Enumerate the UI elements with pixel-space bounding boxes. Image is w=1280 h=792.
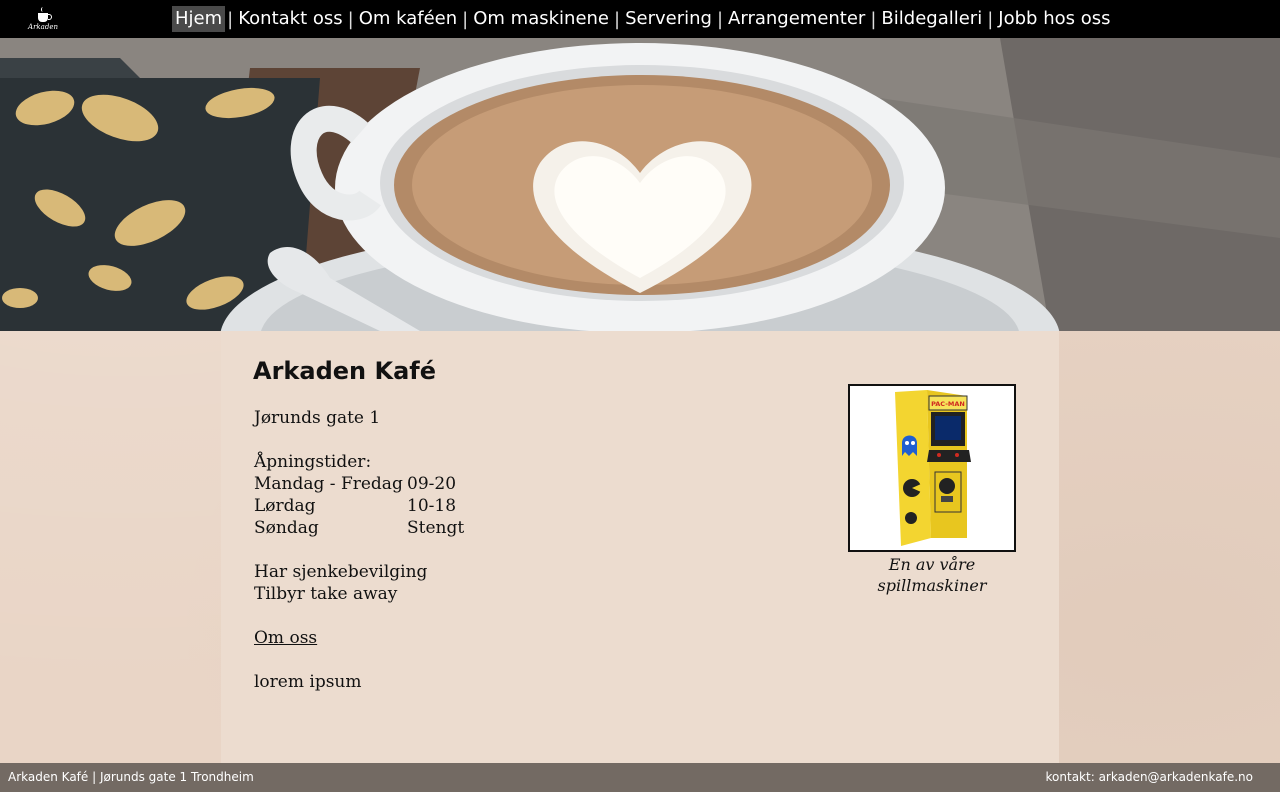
nav-separator: | bbox=[227, 8, 234, 30]
logo-text: Arkaden bbox=[28, 23, 58, 31]
hours-day: Søndag bbox=[254, 518, 319, 538]
arcade-cabinet-illustration: PAC-MAN bbox=[895, 390, 971, 546]
nav-separator: | bbox=[716, 8, 724, 30]
nav-separator: | bbox=[347, 8, 354, 30]
hero-cappuccino-image bbox=[0, 38, 1280, 331]
main-nav: Hjem | Kontakt oss | Om kaféen | Om mask… bbox=[172, 0, 1113, 38]
hours-time: 09-20 bbox=[407, 474, 457, 494]
address: Jørunds gate 1 bbox=[254, 408, 381, 428]
footer-contact[interactable]: kontakt: arkaden@arkadenkafe.no bbox=[1046, 770, 1253, 784]
hours-row: Lørdag 10-18 bbox=[254, 495, 464, 517]
nav-item-arrangementer[interactable]: Arrangementer bbox=[725, 6, 868, 32]
cafe-info: Jørunds gate 1 Åpningstider: Mandag - Fr… bbox=[254, 407, 464, 693]
cappuccino-illustration bbox=[0, 38, 1280, 331]
main-content: Arkaden Kafé Jørunds gate 1 Åpningstider… bbox=[221, 331, 1059, 763]
nav-item-servering[interactable]: Servering bbox=[622, 6, 715, 32]
nav-separator: | bbox=[614, 8, 621, 30]
nav-item-om-kafeen[interactable]: Om kaféen bbox=[356, 6, 460, 32]
nav-separator: | bbox=[462, 8, 469, 30]
cafe-logo[interactable]: Arkaden bbox=[28, 4, 58, 34]
hours-time: 10-18 bbox=[407, 496, 457, 516]
arcade-machine-image: PAC-MAN bbox=[848, 384, 1016, 552]
nav-separator: | bbox=[870, 8, 877, 30]
nav-item-bildegalleri[interactable]: Bildegalleri bbox=[878, 6, 985, 32]
filler-text: lorem ipsum bbox=[254, 672, 362, 692]
steam-icon bbox=[41, 7, 45, 12]
figure-caption: En av våre spillmaskiner bbox=[877, 555, 987, 595]
footer-address: Arkaden Kafé | Jørunds gate 1 Trondheim bbox=[8, 770, 254, 784]
nav-separator: | bbox=[987, 8, 994, 30]
coffee-cup-icon bbox=[38, 13, 52, 22]
page-title: Arkaden Kafé bbox=[253, 357, 436, 385]
arcade-marquee-text: PAC-MAN bbox=[931, 400, 965, 408]
nav-item-om-maskinene[interactable]: Om maskinene bbox=[470, 6, 612, 32]
hours-time: Stengt bbox=[407, 518, 465, 538]
hours-day: Lørdag bbox=[254, 496, 316, 516]
takeaway-text: Tilbyr take away bbox=[254, 584, 398, 604]
hours-day: Mandag - Fredag bbox=[254, 474, 403, 494]
nav-item-kontakt-oss[interactable]: Kontakt oss bbox=[235, 6, 345, 32]
top-navigation-bar: Arkaden Hjem | Kontakt oss | Om kaféen |… bbox=[0, 0, 1280, 38]
license-text: Har sjenkebevilging bbox=[254, 562, 428, 582]
hours-row: Mandag - Fredag 09-20 bbox=[254, 473, 464, 495]
about-us-link[interactable]: Om oss bbox=[254, 628, 317, 648]
nav-item-hjem[interactable]: Hjem bbox=[172, 6, 226, 32]
opening-hours-heading: Åpningstider: bbox=[254, 452, 372, 472]
footer: Arkaden Kafé | Jørunds gate 1 Trondheim … bbox=[0, 763, 1280, 792]
nav-item-jobb-hos-oss[interactable]: Jobb hos oss bbox=[995, 6, 1113, 32]
arcade-figure: PAC-MAN En av våre spillmaskiner bbox=[848, 384, 1016, 596]
hours-row: Søndag Stengt bbox=[254, 517, 464, 539]
